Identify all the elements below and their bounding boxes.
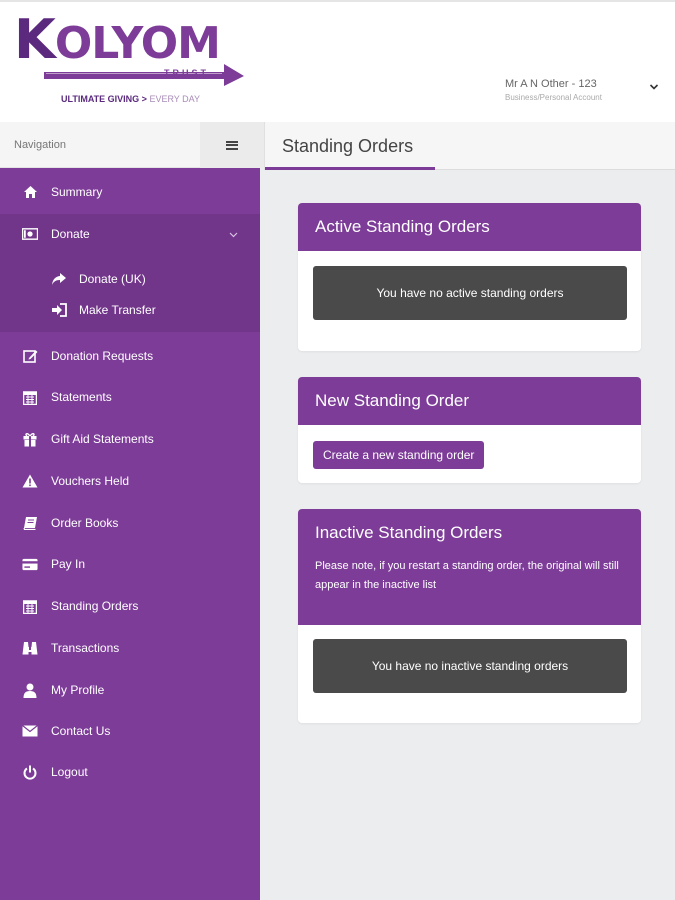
active-standing-orders-panel: Active Standing Orders You have no activ… [298,203,641,351]
book-icon [22,515,38,531]
sidebar: Summary Donate Donate (UK) Make Transfer… [0,168,260,900]
user-name: Mr A N Other - 123 [505,78,597,90]
chevron-down-icon[interactable] [649,82,659,92]
panel-title: Inactive Standing Orders [315,523,503,542]
power-icon [22,764,38,780]
share-arrow-icon [51,271,67,287]
chevron-down-icon[interactable] [229,230,238,239]
sidebar-item-order-books[interactable]: Order Books [0,503,260,543]
top-header: KOLYOM TRUST ULTIMATE GIVING > EVERY DAY… [0,0,675,122]
navigation-bar: Navigation [0,122,264,168]
sidebar-item-gift-aid-statements[interactable]: Gift Aid Statements [0,419,260,459]
logo-trust-text: TRUST [164,68,209,78]
sidebar-item-donate[interactable]: Donate [0,214,260,254]
new-standing-order-panel: New Standing Order Create a new standing… [298,377,641,483]
navigation-label: Navigation [14,139,66,151]
envelope-icon [22,723,38,739]
sidebar-item-summary[interactable]: Summary [0,172,260,212]
user-account-menu[interactable]: Mr A N Other - 123 Business/Personal Acc… [505,78,665,102]
panel-note: Please note, if you restart a standing o… [315,560,619,591]
sidebar-item-statements[interactable]: Statements [0,377,260,417]
credit-card-icon [22,556,38,572]
calendar-icon [22,598,38,614]
logo-tagline: ULTIMATE GIVING > EVERY DAY [61,94,200,104]
sidebar-item-my-profile[interactable]: My Profile [0,670,260,710]
account-type: Business/Personal Account [505,93,602,102]
warning-icon [22,473,38,489]
page-title: Standing Orders [282,136,414,156]
edit-icon [22,348,38,364]
panel-title: Active Standing Orders [315,217,490,236]
user-icon [22,682,38,698]
page-title-underline [265,167,435,170]
hamburger-icon [226,140,238,150]
page-header: Standing Orders [264,122,675,170]
sidebar-item-transactions[interactable]: Transactions [0,628,260,668]
panel-header: Active Standing Orders [298,203,641,251]
home-icon [22,184,38,200]
sidebar-item-donation-requests[interactable]: Donation Requests [0,336,260,376]
sidebar-item-make-transfer[interactable]: Make Transfer [0,290,260,330]
panel-title: New Standing Order [315,391,470,410]
calendar-icon [22,389,38,405]
sidebar-item-standing-orders[interactable]: Standing Orders [0,586,260,626]
sidebar-item-vouchers-held[interactable]: Vouchers Held [0,461,260,501]
empty-state-message: You have no active standing orders [313,266,627,320]
sidebar-item-contact-us[interactable]: Contact Us [0,711,260,751]
binoculars-icon [22,640,38,656]
gift-icon [22,431,38,447]
logo-arrow-icon [44,64,244,86]
panel-header: New Standing Order [298,377,641,425]
money-icon [22,226,38,242]
inactive-standing-orders-panel: Inactive Standing Orders Please note, if… [298,509,641,723]
menu-toggle-button[interactable] [200,122,264,168]
sign-in-icon [51,302,67,318]
create-standing-order-button[interactable]: Create a new standing order [313,441,485,469]
panel-header: Inactive Standing Orders Please note, if… [298,509,641,625]
kolyom-logo[interactable]: KOLYOM TRUST ULTIMATE GIVING > EVERY DAY [14,12,244,104]
empty-state-message: You have no inactive standing orders [313,639,627,693]
sidebar-item-logout[interactable]: Logout [0,752,260,792]
sidebar-item-pay-in[interactable]: Pay In [0,544,260,584]
